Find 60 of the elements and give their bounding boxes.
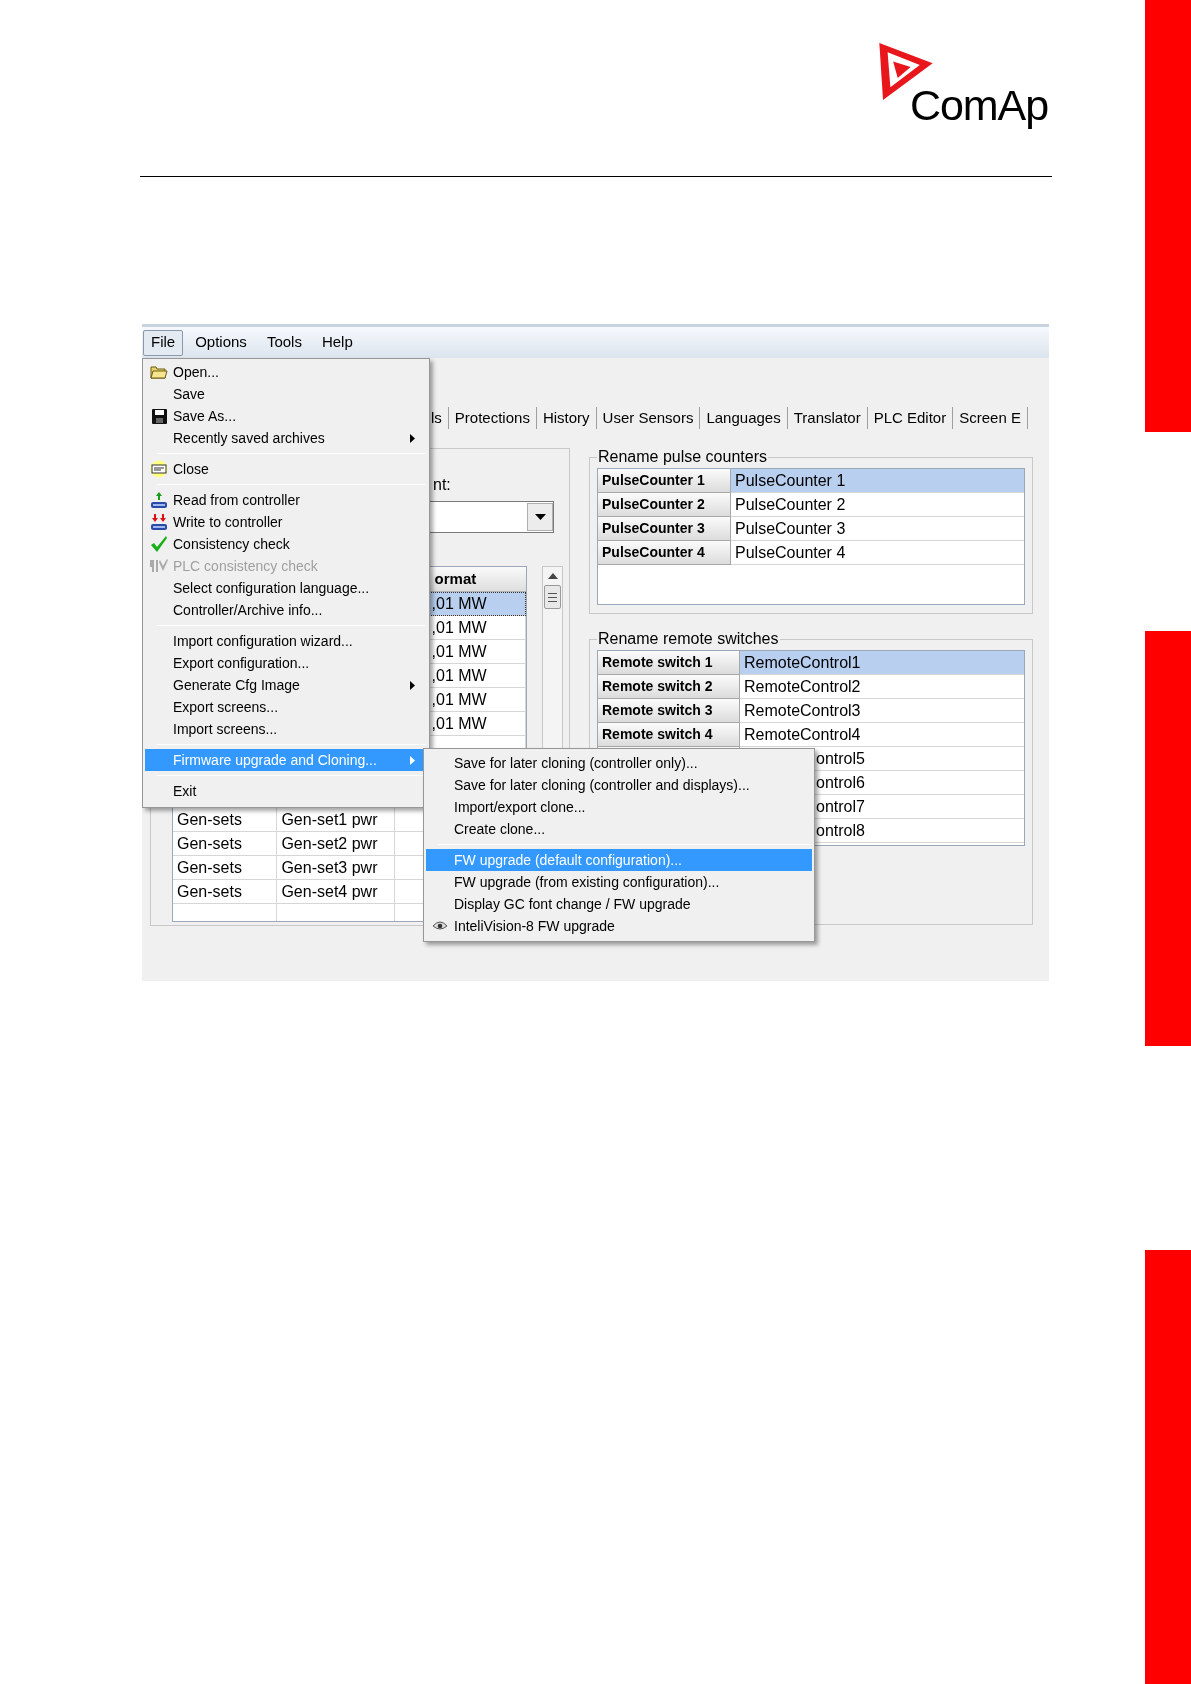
menu-item[interactable]: Read from controller [145,489,427,511]
text-cell[interactable]: PulseCounter 2 [731,493,1024,517]
table-cell: Gen-set3 pwr [277,856,395,880]
menu-item[interactable]: InteliVision-8 FW upgrade [426,915,812,937]
scroll-up-icon [547,573,558,579]
caret-icon [410,680,415,690]
scrollbar-thumb[interactable] [544,585,561,609]
menu-bar-item[interactable]: Options [187,329,255,356]
eye-icon [432,921,448,931]
menu-item[interactable]: Open... [145,361,427,383]
text-cell[interactable]: RemoteControl3 [740,699,1024,723]
text-cell[interactable]: RemoteControl4 [740,723,1024,747]
upload-device-icon [150,491,168,509]
menu-item[interactable]: Save As... [145,405,427,427]
text-cell[interactable]: PulseCounter 1 [731,469,1024,493]
menu-item[interactable]: FW upgrade (from existing configuration)... [426,871,812,893]
table-cell: Gen-sets [173,880,278,904]
tab[interactable]: Screen E [953,406,1028,429]
download-device-icon [150,513,168,531]
menu-item[interactable]: Consistency check [145,533,427,555]
menu-item[interactable]: Close [145,458,427,480]
caret-icon [410,755,415,765]
text-cell[interactable]: RemoteControl1 [740,651,1024,675]
row-header: PulseCounter 1 [598,469,731,493]
group-title: Rename pulse counters [597,448,768,466]
row-header: PulseCounter 2 [598,493,731,517]
table-cell: Gen-sets [173,832,278,856]
row-header: PulseCounter 3 [598,517,731,541]
table-cell: Gen-set2 pwr [277,832,395,856]
row-header: PulseCounter 4 [598,541,731,565]
row-header: Remote switch 3 [598,699,740,723]
tab[interactable]: Translator [787,406,868,429]
document-icon [149,460,169,478]
field-label: nt: [433,475,452,495]
menu-item[interactable]: Display GC font change / FW upgrade [426,893,812,915]
tab[interactable]: Protections [448,406,537,429]
caret-icon [410,433,415,443]
menu-item[interactable]: Recently saved archives [145,427,427,449]
table-cell: Gen-set4 pwr [277,880,395,904]
menu-bar-item[interactable]: File [143,329,184,356]
text-cell[interactable]: RemoteControl2 [740,675,1024,699]
table-cell: Gen-sets [173,856,278,880]
menu-item[interactable]: Write to controller [145,511,427,533]
dropdown-arrow-icon [534,514,546,520]
text-cell[interactable]: PulseCounter 3 [731,517,1024,541]
tab[interactable]: Languages [700,406,788,429]
tab[interactable]: History [536,406,597,429]
menu-item[interactable]: Exit [145,780,427,802]
text-cell[interactable]: PulseCounter 4 [731,541,1024,565]
menu-item[interactable]: Save [145,383,427,405]
logo-text: ComAp [910,84,1048,127]
tab[interactable]: User Sensors [596,406,701,429]
folder-icon [150,365,168,379]
menu-bar-item[interactable]: Help [313,329,361,356]
row-header: Remote switch 2 [598,675,740,699]
row-header: Remote switch 4 [598,723,740,747]
group-title: Rename remote switches [597,630,780,648]
row-header: Remote switch 1 [598,651,740,675]
menu-bar-item[interactable]: Tools [258,329,310,356]
tab[interactable]: PLC Editor [867,406,954,429]
